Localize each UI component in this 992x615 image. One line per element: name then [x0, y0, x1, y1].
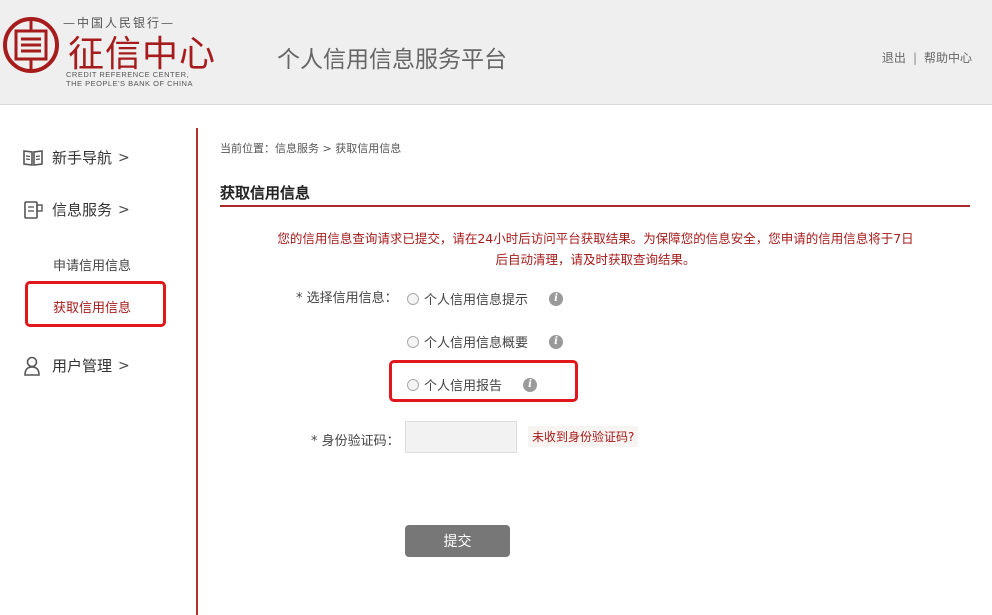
sidebar-subitem-apply-credit-info[interactable]: 申请信用信息	[53, 255, 131, 274]
sidebar-item-label: 新手导航	[52, 149, 113, 167]
header: —中国人民银行— 征信中心 CREDIT REFERENCE CENTER, T…	[0, 0, 992, 105]
sidebar-item-info-service[interactable]: 信息服务 >	[22, 199, 130, 220]
sidebar-item-label: 信息服务	[52, 201, 113, 219]
notice-line: 您的信用信息查询请求已提交，请在24小时后访问平台获取结果。为保障您的信息安全，…	[277, 231, 914, 246]
highlight-box	[389, 360, 578, 402]
radio-button[interactable]	[407, 292, 419, 305]
chevron-right-icon: >	[118, 149, 130, 166]
logo-english-line1: CREDIT REFERENCE CENTER,	[66, 70, 190, 79]
logout-link[interactable]: 退出	[882, 49, 906, 66]
info-icon[interactable]: i	[549, 334, 564, 349]
select-credit-info-label: * 选择信用信息：	[296, 291, 398, 306]
help-center-link[interactable]: 帮助中心	[924, 49, 972, 66]
site-title: 个人信用信息服务平台	[277, 47, 507, 73]
top-links: 退出 | 帮助中心	[882, 49, 972, 66]
verification-code-label: * 身份验证码：	[311, 434, 400, 449]
highlight-box	[25, 281, 166, 327]
logo-english-line2: THE PEOPLE'S BANK OF CHINA	[66, 79, 193, 88]
option-label: 个人信用信息概要	[424, 336, 529, 351]
option-credit-info-summary[interactable]: 个人信用信息概要 i	[407, 332, 564, 351]
sidebar-item-user-management[interactable]: 用户管理 >	[22, 355, 130, 376]
chevron-right-icon: >	[118, 201, 130, 218]
option-label: 个人信用信息提示	[424, 293, 529, 308]
book-icon	[23, 149, 43, 166]
page-title: 获取信用信息	[220, 184, 311, 202]
verification-code-input[interactable]	[405, 421, 517, 453]
pboc-emblem-icon	[3, 17, 59, 73]
sidebar-divider	[196, 128, 198, 615]
sidebar-item-label: 用户管理	[52, 357, 113, 375]
notice-line: 后自动清理，请及时获取查询结果。	[495, 252, 696, 267]
radio-button[interactable]	[407, 335, 419, 348]
no-code-received-link[interactable]: 未收到身份验证码?	[528, 426, 639, 447]
link-separator: |	[912, 51, 917, 65]
breadcrumb: 当前位置：信息服务 > 获取信用信息	[220, 142, 402, 155]
user-icon	[24, 356, 40, 376]
document-icon	[24, 200, 43, 219]
submit-button[interactable]: 提交	[405, 525, 510, 557]
chevron-right-icon: >	[118, 357, 130, 374]
notice-text: 您的信用信息查询请求已提交，请在24小时后访问平台获取结果。为保障您的信息安全，…	[228, 228, 963, 270]
option-credit-info-hint[interactable]: 个人信用信息提示 i	[407, 289, 564, 308]
sidebar-item-beginner-guide[interactable]: 新手导航 >	[22, 147, 130, 168]
title-divider	[220, 205, 970, 207]
info-icon[interactable]: i	[549, 291, 564, 306]
